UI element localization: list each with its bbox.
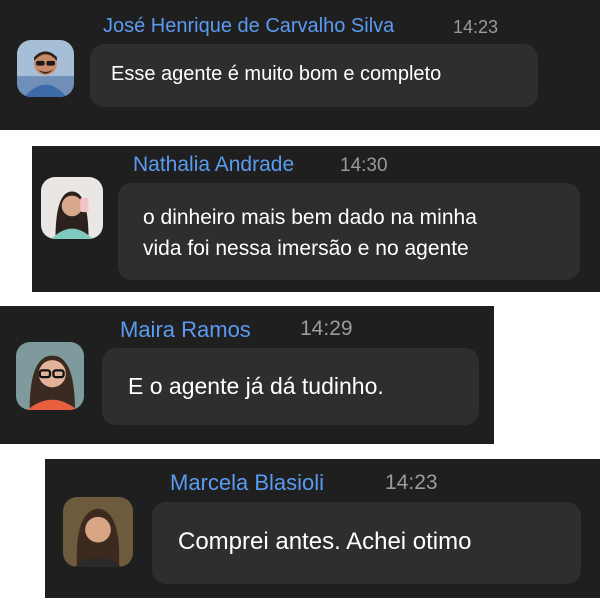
message-text: o dinheiro mais bem dado na minha vida f… bbox=[143, 206, 477, 260]
message-time: 14:23 bbox=[385, 471, 438, 494]
chat-message-card: José Henrique de Carvalho Silva 14:23 Es… bbox=[0, 0, 600, 130]
message-bubble: o dinheiro mais bem dado na minha vida f… bbox=[118, 183, 580, 280]
user-avatar-icon bbox=[17, 40, 74, 97]
sender-name[interactable]: José Henrique de Carvalho Silva bbox=[103, 15, 394, 38]
message-bubble: E o agente já dá tudinho. bbox=[102, 348, 479, 425]
message-time: 14:29 bbox=[300, 317, 353, 340]
user-avatar-icon bbox=[16, 342, 84, 410]
message-text: Esse agente é muito bom e completo bbox=[111, 63, 442, 85]
message-time: 14:23 bbox=[453, 17, 499, 37]
message-bubble: Esse agente é muito bom e completo bbox=[90, 44, 538, 107]
user-avatar-icon bbox=[63, 497, 133, 567]
message-time: 14:30 bbox=[340, 155, 388, 176]
message-bubble: Comprei antes. Achei otimo bbox=[152, 502, 581, 584]
avatar[interactable] bbox=[63, 497, 133, 567]
sender-name[interactable]: Marcela Blasioli bbox=[170, 470, 324, 496]
message-text: E o agente já dá tudinho. bbox=[128, 373, 384, 399]
chat-message-card: Maira Ramos 14:29 E o agente já dá tudin… bbox=[0, 306, 494, 444]
sender-name[interactable]: Maira Ramos bbox=[120, 317, 251, 343]
avatar[interactable] bbox=[17, 40, 74, 97]
sender-name[interactable]: Nathalia Andrade bbox=[133, 153, 294, 177]
avatar[interactable] bbox=[16, 342, 84, 410]
chat-message-card: Nathalia Andrade 14:30 o dinheiro mais b… bbox=[32, 146, 600, 292]
message-text: Comprei antes. Achei otimo bbox=[178, 528, 472, 555]
avatar[interactable] bbox=[41, 177, 103, 239]
chat-message-card: Marcela Blasioli 14:23 Comprei antes. Ac… bbox=[45, 459, 600, 598]
user-avatar-icon bbox=[41, 177, 103, 239]
